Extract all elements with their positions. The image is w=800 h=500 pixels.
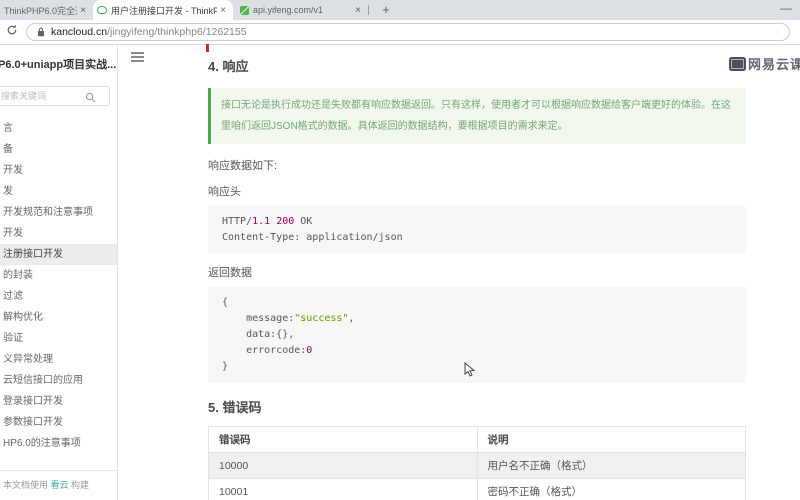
close-icon[interactable]: × [352, 5, 364, 16]
sidebar-item[interactable]: 发 [0, 181, 117, 202]
book-title: P6.0+uniapp项目实战... [0, 59, 117, 71]
sidebar-item[interactable]: 开发规范和注意事项 [0, 202, 117, 223]
code-text: Content-Type: application/json [222, 232, 403, 243]
return-data-label: 返回数据 [208, 267, 252, 279]
address-bar: kancloud.cn/jingyifeng/thinkphp6/1262155 [0, 20, 800, 45]
watermark-text: 网易云课 [747, 57, 800, 72]
cell-code: 10001 [208, 478, 478, 500]
sidebar-item[interactable]: 解构优化 [0, 307, 117, 328]
code-text: message: [222, 313, 295, 324]
code-text: HTTP/ [222, 216, 253, 227]
lock-icon [37, 27, 45, 37]
json-code-block: { message:"success", data:{}, errorcode:… [208, 287, 746, 383]
minimize-button[interactable]: — [780, 0, 792, 20]
new-tab-button[interactable]: + [376, 0, 396, 20]
code-text: } [222, 361, 229, 372]
sidebar-item[interactable]: 言 [0, 118, 117, 139]
table-header-row: 错误码 说明 [208, 426, 746, 453]
tab-title: ThinkPHP6.0完全开发手册 [4, 5, 77, 16]
sidebar-item[interactable]: 义异常处理 [0, 349, 117, 370]
url-domain: kancloud.cn [51, 26, 108, 38]
reload-icon[interactable] [2, 23, 22, 41]
code-text: OK [294, 216, 313, 227]
sidebar-item[interactable]: 登录接口开发 [0, 391, 117, 412]
cell-desc: 密码不正确（格式） [476, 478, 746, 500]
toc-nav: 言 备 开发 发 开发规范和注意事项 开发 注册接口开发 的封装 过滤 解构优化… [0, 118, 117, 454]
close-icon[interactable]: × [217, 5, 229, 16]
cell-code: 10000 [208, 452, 478, 479]
sidebar-item[interactable]: 的封装 [0, 265, 117, 286]
article: 4. 响应 接口无论是执行成功还是失败都有响应数据返回。只有这样，使用者才可以根… [208, 56, 746, 500]
code-text: , [348, 313, 355, 324]
search-icon [85, 90, 96, 108]
tab-separator [368, 5, 369, 15]
url-field[interactable]: kancloud.cn/jingyifeng/thinkphp6/1262155 [26, 23, 790, 41]
tab-user-register-api[interactable]: 用户注册接口开发 - ThinkPHP6 × [93, 0, 233, 20]
col-header-description: 说明 [476, 426, 746, 453]
tab-thinkphp-manual[interactable]: ThinkPHP6.0完全开发手册 × [0, 0, 93, 20]
api-favicon-icon [240, 5, 249, 15]
sidebar-search [0, 86, 110, 106]
sidebar-item[interactable]: 验证 [0, 328, 117, 349]
main-content: 网易云课 4. 响应 接口无论是执行成功还是失败都有响应数据返回。只有这样，使用… [119, 44, 800, 500]
code-number: 0 [306, 345, 313, 356]
table-row: 10001 密码不正确（格式） [208, 478, 746, 500]
sidebar-item[interactable]: 过滤 [0, 286, 117, 307]
kanyun-link[interactable]: 看云 [51, 480, 69, 490]
mouse-cursor [464, 361, 476, 383]
sidebar-item[interactable]: 开发 [0, 160, 117, 181]
cell-desc: 用户名不正确（格式） [476, 452, 746, 479]
table-row: 10000 用户名不正确（格式） [208, 452, 746, 479]
tab-api-yifeng[interactable]: api.yifeng.com/v1 × [236, 0, 368, 20]
callout-note: 接口无论是执行成功还是失败都有响应数据返回。只有这样，使用者才可以根据响应数据给… [208, 88, 746, 144]
url-path: /jingyifeng/thinkphp6/1262155 [107, 26, 247, 38]
code-text: errorcode: [222, 345, 307, 356]
error-code-table: 错误码 说明 10000 用户名不正确（格式） 10001 密码不正确（格式） … [208, 426, 746, 500]
code-number: 1.1 200 [252, 216, 295, 227]
sidebar-footer: 本文档使用 看云 构建 [0, 470, 117, 500]
sidebar-item[interactable]: HP6.0的注意事项 [0, 433, 117, 454]
sidebar-item[interactable]: 备 [0, 139, 117, 160]
sidebar-item[interactable]: 云短信接口的应用 [0, 370, 117, 391]
sidebar-item-user-register-active[interactable]: 注册接口开发 [0, 244, 117, 265]
footer-text: 构建 [68, 480, 90, 490]
menu-icon[interactable] [131, 52, 144, 63]
tab-title: 用户注册接口开发 - ThinkPHP6 [111, 5, 218, 16]
response-intro: 响应数据如下: [208, 160, 278, 172]
sidebar-item[interactable]: 开发 [0, 223, 117, 244]
netease-watermark: 网易云课 [728, 54, 800, 73]
footer-text: 本文档使用 [3, 480, 51, 490]
red-marker [206, 44, 209, 52]
http-code-block: HTTP/1.1 200 OK Content-Type: applicatio… [208, 206, 746, 254]
tab-title: api.yifeng.com/v1 [253, 5, 324, 15]
netease-logo-icon [728, 56, 746, 71]
sidebar: P6.0+uniapp项目实战... 言 备 开发 发 开发规范和注意事项 开发… [0, 46, 118, 500]
col-header-errorcode: 错误码 [208, 426, 478, 453]
response-header-label: 响应头 [208, 186, 241, 198]
sidebar-item[interactable]: 参数接口开发 [0, 412, 117, 433]
kancloud-favicon-icon [97, 6, 107, 14]
close-icon[interactable]: × [77, 5, 89, 16]
code-string: "success" [294, 313, 349, 324]
page-body: P6.0+uniapp项目实战... 言 备 开发 发 开发规范和注意事项 开发… [0, 44, 800, 500]
code-text: data:{}, [222, 329, 295, 340]
section-5-heading: 5. 错误码 [208, 400, 262, 415]
code-text: { [222, 297, 229, 308]
url-text: kancloud.cn/jingyifeng/thinkphp6/1262155 [51, 26, 247, 38]
section-4-heading: 4. 响应 [208, 59, 249, 74]
tab-strip: ThinkPHP6.0完全开发手册 × 用户注册接口开发 - ThinkPHP6… [0, 0, 800, 20]
